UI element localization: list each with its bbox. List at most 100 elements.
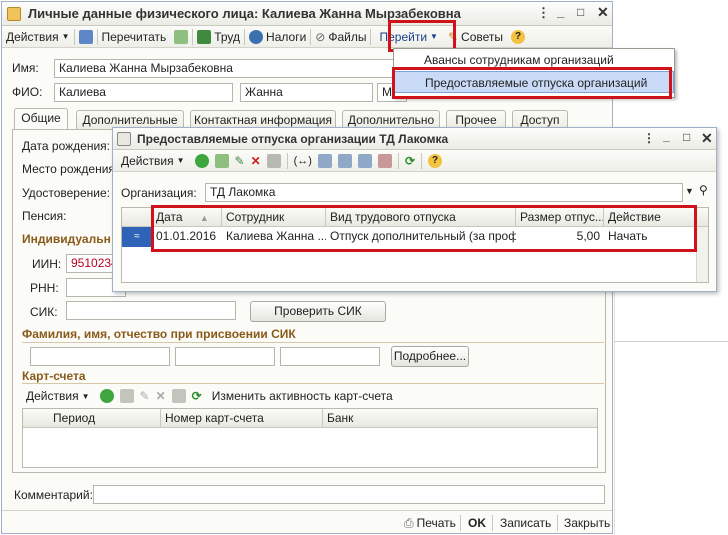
refresh-icon[interactable]: ⟳ [192,389,202,403]
sik-field[interactable] [66,301,236,320]
files-button[interactable]: ⊘ Файлы [311,27,370,47]
refresh-icon[interactable]: ⟳ [405,154,415,168]
save-icon[interactable] [266,153,281,168]
row-marker: ≈ [122,227,152,247]
column-header[interactable]: Банк [323,409,597,427]
sik-label: СИК: [30,305,58,319]
minimize-icon[interactable]: _ [557,4,564,19]
more-options-icon[interactable]: ⋮ [643,131,655,145]
column-header[interactable]: Период [23,409,161,427]
tab-general[interactable]: Общие [14,108,68,130]
minimize-icon[interactable]: _ [663,129,670,143]
table-icon [117,132,131,146]
search-icon[interactable]: ⚲ [699,183,708,197]
sik-last-name-field[interactable] [30,347,170,366]
divider [421,152,423,169]
close-button[interactable]: Закрыть [560,513,614,533]
check-sik-button[interactable]: Проверить СИК [250,301,386,322]
maximize-icon[interactable]: □ [577,5,584,19]
labor-label: Труд [214,29,241,44]
copy-icon[interactable] [119,389,134,403]
more-button[interactable]: Подробнее... [391,346,469,367]
card-section-title: Карт-счета [22,369,86,383]
labor-button[interactable]: Труд [193,27,244,47]
vacations-toolbar: Действия ▼ ✎ ✕ (↔) ⟳ ? [113,150,716,172]
fio-first-name-field[interactable]: Жанна [240,83,373,102]
card-table: Период Номер карт-счета Банк [22,408,598,468]
column-header[interactable]: Номер карт-счета [161,409,323,427]
chevron-down-icon: ▼ [61,32,70,41]
document-icon [197,29,212,44]
organization-field[interactable]: ТД Лакомка [205,183,683,202]
divider [286,152,288,169]
ok-button[interactable]: OK [464,513,490,533]
window-icon [7,7,21,21]
refresh-doc-icon [174,29,189,44]
delete-icon[interactable]: ✕ [251,154,261,168]
fio-last-name-field[interactable]: Калиева [54,83,233,102]
help-icon[interactable]: ? [428,153,443,168]
save-button[interactable]: Записать [496,513,555,533]
vacations-titlebar: Предоставляемые отпуска организации ТД Л… [113,128,716,150]
background-panel [614,265,728,535]
main-titlebar: Личные данные физического лица: Калиева … [2,2,612,26]
card-table-header: Период Номер карт-счета Банк [23,409,597,428]
refresh-doc-button[interactable] [170,27,192,47]
delete-icon[interactable]: ✕ [156,389,166,403]
sik-middle-name-field[interactable] [280,347,380,366]
pension-label: Пенсия: [22,209,67,223]
organization-label: Организация: [121,186,197,200]
divider [557,515,558,531]
close-icon[interactable]: ✕ [597,4,609,21]
maximize-icon[interactable]: □ [683,130,690,144]
back-button[interactable] [75,27,97,47]
individual-section-title: Индивидуальн [22,232,111,246]
help-button[interactable]: ? [507,27,529,47]
filter-menu-icon[interactable] [357,153,372,168]
filter-icon[interactable] [317,153,332,168]
filter-set-icon[interactable] [337,153,352,168]
comment-field[interactable] [93,485,605,504]
iin-label: ИИН: [32,257,62,271]
table-scrollbar[interactable] [696,227,708,282]
add-icon[interactable] [194,153,209,168]
more-options-icon[interactable]: ⋮ [537,5,550,21]
save-icon[interactable] [171,389,186,403]
taxes-label: Налоги [266,29,307,44]
fio-label: ФИО: [12,85,43,99]
taxes-button[interactable]: Налоги [245,27,310,47]
sik-first-name-field[interactable] [175,347,275,366]
comment-label: Комментарий: [14,488,93,502]
divider [492,515,493,531]
divider [370,28,372,45]
change-activity-button[interactable]: Изменить активность карт-счета [208,386,397,406]
add-icon[interactable] [99,389,114,403]
chevron-down-icon: ▼ [81,391,90,401]
actions-menu[interactable]: Действия ▼ [2,27,74,47]
close-icon[interactable]: ✕ [701,130,713,147]
arrow-left-icon [78,29,93,44]
printer-icon: ⎙ [404,515,414,530]
birth-place-label: Место рождения: [22,162,119,176]
edit-icon[interactable]: ✎ [140,389,150,403]
actions-label: Действия [6,29,59,44]
document-row-icon: ≈ [134,231,140,242]
column-header-marker [122,208,152,226]
chevron-down-icon[interactable]: ▼ [685,186,694,196]
print-label: Печать [416,516,456,530]
vacations-actions-menu[interactable]: Действия ▼ [117,151,189,171]
section-divider [22,342,604,343]
filter-clear-icon[interactable] [377,153,392,168]
divider [397,152,399,169]
edit-icon[interactable]: ✎ [235,154,245,168]
name-field[interactable]: Калиева Жанна Мырзабековна [54,59,402,78]
card-actions-menu[interactable]: Действия ▼ [22,386,94,406]
copy-icon[interactable] [214,153,229,168]
recalc-button[interactable]: Перечитать [98,27,171,47]
rnn-label: РНН: [30,281,59,295]
card-toolbar: Действия ▼ ✎ ✕ ⟳ Изменить активность карт… [22,386,442,406]
chevron-down-icon: ▼ [176,156,185,165]
link-icon[interactable]: (↔) [294,155,312,167]
vacations-actions-label: Действия [121,153,174,168]
print-button[interactable]: ⎙ Печать [400,513,460,533]
